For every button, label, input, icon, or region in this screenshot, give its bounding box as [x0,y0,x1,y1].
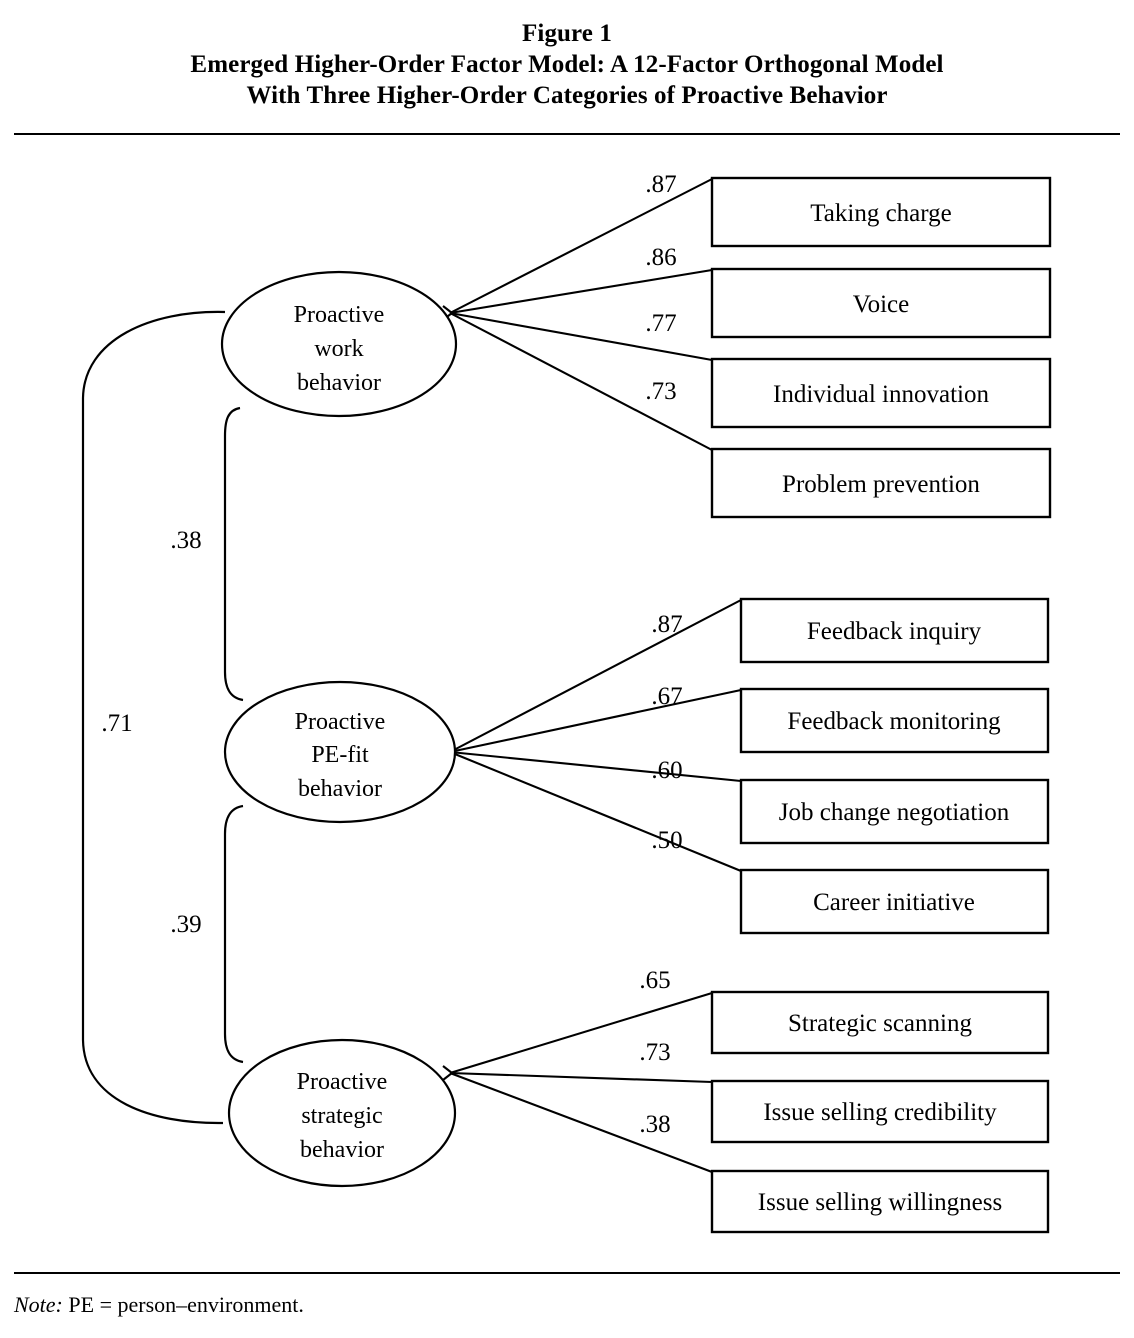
indicator-label-problem-prevention: Problem prevention [782,471,980,498]
path-diagram: .38 .71 .39 Proactive work behavior Taki… [81,171,1052,1234]
loading-line-issue-selling-willingness [449,1072,713,1173]
note-label: Note: [14,1292,63,1317]
loading-line-job-change-negotiation [449,750,742,783]
figure-page: Figure 1 Emerged Higher-Order Factor Mod… [0,0,1134,1338]
correlation-curve-work-pefit [223,406,244,702]
loading-label-taking-charge: .87 [645,171,676,198]
loading-line-career-initiative [449,751,742,872]
indicator-label-feedback-monitoring: Feedback monitoring [787,708,1001,735]
figure-divider-bottom [14,1272,1120,1274]
loading-label-feedback-monitoring: .67 [651,683,682,710]
loading-label-voice: .86 [645,244,676,271]
factor-label-work-line-1: Proactive [294,302,385,328]
loading-line-strategic-scanning [449,991,713,1075]
indicator-label-strategic-scanning: Strategic scanning [788,1010,972,1037]
factor-label-pefit-line-1: Proactive [295,709,386,735]
indicator-label-job-change-negotiation: Job change negotiation [779,799,1010,826]
correlation-label-work-pefit: .38 [170,527,201,554]
correlation-label-pefit-strategic: .39 [170,911,201,938]
loading-label-individual-innovation: .77 [645,310,676,337]
loading-line-feedback-inquiry [449,599,742,753]
loading-label-career-initiative: .50 [651,827,682,854]
factor-label-strategic-line-2: strategic [301,1103,382,1129]
factor-label-work-line-2: work [314,336,363,362]
factor-label-pefit-line-2: PE-fit [311,742,369,768]
loading-label-strategic-scanning: .65 [639,967,670,994]
indicator-label-career-initiative: Career initiative [813,889,975,916]
loading-line-issue-selling-credibility [449,1071,713,1084]
factor-label-strategic-line-1: Proactive [297,1069,388,1095]
loading-label-problem-prevention: .73 [645,378,676,405]
correlation-curve-pefit-strategic [223,804,244,1064]
loading-line-voice [449,268,713,315]
note-text: PE = person–environment. [62,1292,304,1317]
loading-label-issue-selling-willingness: .38 [639,1111,670,1138]
indicator-label-feedback-inquiry: Feedback inquiry [807,618,982,645]
indicator-label-taking-charge: Taking charge [810,200,951,227]
correlation-label-work-strategic: .71 [101,710,132,737]
loading-line-feedback-monitoring [449,688,742,754]
factor-label-strategic-line-3: behavior [300,1137,384,1163]
indicator-label-voice: Voice [853,291,909,318]
factor-label-work-line-3: behavior [297,370,381,396]
arrowhead-strategic-behavior [442,1065,454,1081]
indicator-label-issue-selling-willingness: Issue selling willingness [758,1189,1002,1216]
indicator-label-individual-innovation: Individual innovation [773,381,989,408]
factor-label-pefit-line-3: behavior [298,776,382,802]
loading-label-job-change-negotiation: .60 [651,757,682,784]
figure-note: Note: PE = person–environment. [14,1292,304,1318]
indicator-label-issue-selling-credibility: Issue selling credibility [763,1099,997,1126]
loading-label-issue-selling-credibility: .73 [639,1039,670,1066]
loading-label-feedback-inquiry: .87 [651,611,682,638]
